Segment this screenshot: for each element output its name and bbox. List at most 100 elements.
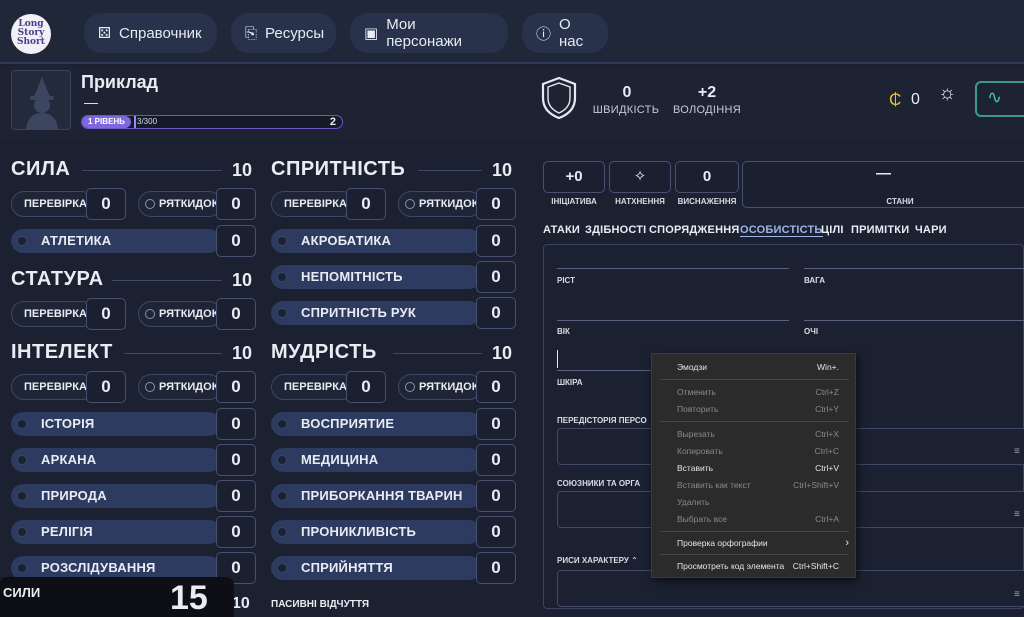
nav-my-characters[interactable]: ▣ Мои персонажи — [350, 13, 508, 53]
resize-icon[interactable]: ≡ — [1014, 509, 1020, 520]
proficiency-dot-icon[interactable] — [277, 236, 287, 246]
constitution-check-value[interactable]: 0 — [86, 298, 126, 330]
armor-class-shield-icon[interactable] — [540, 76, 578, 120]
proficiency-dot-icon[interactable] — [277, 563, 287, 573]
tab-attacks[interactable]: АТАКИ — [543, 224, 580, 236]
constitution-save-value[interactable]: 0 — [216, 298, 256, 330]
dexterity-check[interactable]: ПЕРЕВІРКА — [271, 191, 355, 217]
menu-redo[interactable]: Повторить Ctrl+Y — [652, 401, 855, 418]
dice-roll-popup[interactable]: СИЛИ 15 — [0, 577, 234, 617]
skill-sleight-of-hand[interactable]: СПРИТНІСТЬ РУК — [271, 301, 481, 325]
strength-check[interactable]: ПЕРЕВІРКА — [11, 191, 95, 217]
traits-label[interactable]: РИСИ ХАРАКТЕРУ ⌃ — [557, 556, 638, 565]
heartbeat-button[interactable]: ∿ — [975, 81, 1024, 117]
character-portrait[interactable] — [11, 70, 71, 130]
menu-emoji[interactable]: Эмодзи Win+. — [652, 359, 855, 376]
eyes-field[interactable] — [804, 320, 1024, 321]
proficiency-dot-icon[interactable] — [277, 491, 287, 501]
resize-icon[interactable]: ≡ — [1014, 446, 1020, 457]
skill-athletics[interactable]: АТЛЕТИКА — [11, 229, 221, 253]
proficiency-dot-icon[interactable] — [405, 199, 415, 210]
intelligence-save[interactable]: РЯТКИДОК — [138, 374, 222, 400]
strength-save[interactable]: РЯТКИДОК — [138, 191, 222, 217]
menu-undo[interactable]: Отменить Ctrl+Z — [652, 384, 855, 401]
app-logo[interactable]: Long Story Short — [11, 14, 51, 54]
tab-abilities[interactable]: ЗДІБНОСТІ — [585, 224, 646, 236]
tab-notes[interactable]: ПРИМІТКИ — [851, 224, 909, 236]
resize-icon[interactable]: ≡ — [1014, 589, 1020, 600]
height-field[interactable] — [557, 268, 789, 269]
skill-perception-ru[interactable]: ВОСПРИЯТИЕ — [271, 412, 481, 436]
dexterity-save[interactable]: РЯТКИДОК — [398, 191, 482, 217]
menu-copy[interactable]: Копировать Ctrl+C — [652, 443, 855, 460]
dexterity-check-value[interactable]: 0 — [346, 188, 386, 220]
tab-spells[interactable]: ЧАРИ — [915, 224, 947, 236]
proficiency-dot-icon[interactable] — [145, 382, 155, 393]
proficiency-dot-icon[interactable] — [145, 199, 155, 210]
intelligence-save-value[interactable]: 0 — [216, 371, 256, 403]
nav-reference[interactable]: ⚄ Справочник — [84, 13, 217, 53]
skill-perception[interactable]: СПРИЙНЯТТЯ — [271, 556, 481, 580]
skill-animal-handling[interactable]: ПРИБОРКАННЯ ТВАРИН — [271, 484, 481, 508]
tab-equipment[interactable]: СПОРЯДЖЕННЯ — [649, 224, 740, 236]
skill-acrobatics[interactable]: АКРОБАТИКА — [271, 229, 481, 253]
strength-value[interactable]: 10 — [232, 160, 252, 181]
proficiency-dot-icon[interactable] — [277, 527, 287, 537]
menu-paste[interactable]: Вставить Ctrl+V — [652, 460, 855, 477]
initiative-value[interactable]: +0 — [543, 161, 605, 193]
proficiency-dot-icon[interactable] — [277, 272, 287, 282]
wisdom-check-value[interactable]: 0 — [346, 371, 386, 403]
menu-delete[interactable]: Удалить — [652, 494, 855, 511]
intelligence-check-value[interactable]: 0 — [86, 371, 126, 403]
proficiency-dot-icon[interactable] — [17, 455, 27, 465]
wisdom-check[interactable]: ПЕРЕВІРКА — [271, 374, 355, 400]
proficiency-dot-icon[interactable] — [277, 455, 287, 465]
skill-history[interactable]: ІСТОРІЯ — [11, 412, 221, 436]
proficiency-dot-icon[interactable] — [17, 236, 27, 246]
constitution-check[interactable]: ПЕРЕВІРКА — [11, 301, 95, 327]
skin-field[interactable] — [557, 370, 657, 371]
skill-religion[interactable]: РЕЛІГІЯ — [11, 520, 221, 544]
age-field[interactable] — [557, 320, 789, 321]
inspiration-toggle[interactable]: ✧ — [609, 161, 671, 193]
constitution-save[interactable]: РЯТКИДОК — [138, 301, 222, 327]
skill-arcana[interactable]: АРКАНА — [11, 448, 221, 472]
proficiency-dot-icon[interactable] — [17, 527, 27, 537]
nav-about[interactable]: ⓘ О нас — [522, 13, 608, 53]
skill-medicine[interactable]: МЕДИЦИНА — [271, 448, 481, 472]
coin-icon[interactable]: ₵ — [889, 90, 901, 110]
speed-value[interactable]: 0 — [612, 84, 642, 102]
proficiency-dot-icon[interactable] — [17, 491, 27, 501]
proficiency-dot-icon[interactable] — [277, 308, 287, 318]
tab-goals[interactable]: ЦІЛІ — [821, 224, 844, 236]
menu-select-all[interactable]: Выбрать все Ctrl+A — [652, 511, 855, 528]
intelligence-check[interactable]: ПЕРЕВІРКА — [11, 374, 95, 400]
menu-inspect[interactable]: Просмотреть код элемента Ctrl+Shift+C — [652, 558, 855, 575]
proficiency-dot-icon[interactable] — [405, 382, 415, 393]
menu-spellcheck[interactable]: Проверка орфографии › — [652, 535, 855, 552]
skin-field-cursor[interactable] — [557, 350, 558, 368]
constitution-value[interactable]: 10 — [232, 270, 252, 291]
wisdom-value[interactable]: 10 — [492, 343, 512, 364]
wisdom-save-value[interactable]: 0 — [476, 371, 516, 403]
character-name[interactable]: Приклад — [81, 72, 158, 93]
proficiency-dot-icon[interactable] — [17, 563, 27, 573]
intelligence-value[interactable]: 10 — [232, 343, 252, 364]
menu-paste-plain[interactable]: Вставить как текст Ctrl+Shift+V — [652, 477, 855, 494]
exhaustion-value[interactable]: 0 — [675, 161, 739, 193]
proficiency-dot-icon[interactable] — [145, 309, 155, 320]
strength-save-value[interactable]: 0 — [216, 188, 256, 220]
skill-insight[interactable]: ПРОНИКЛИВІСТЬ — [271, 520, 481, 544]
tab-personality[interactable]: ОСОБИСТІСТЬ — [740, 224, 823, 237]
proficiency-dot-icon[interactable] — [277, 419, 287, 429]
rest-moon-icon[interactable]: ☼ — [938, 82, 956, 105]
proficiency-dot-icon[interactable] — [17, 419, 27, 429]
weight-field[interactable] — [804, 268, 1024, 269]
nav-resources[interactable]: ⎘ Ресурсы — [231, 13, 336, 53]
strength-check-value[interactable]: 0 — [86, 188, 126, 220]
chevron-up-icon[interactable]: ⌃ — [631, 556, 638, 565]
menu-cut[interactable]: Вырезать Ctrl+X — [652, 426, 855, 443]
skill-stealth[interactable]: НЕПОМІТНІСТЬ — [271, 265, 481, 289]
dexterity-value[interactable]: 10 — [492, 160, 512, 181]
skill-nature[interactable]: ПРИРОДА — [11, 484, 221, 508]
